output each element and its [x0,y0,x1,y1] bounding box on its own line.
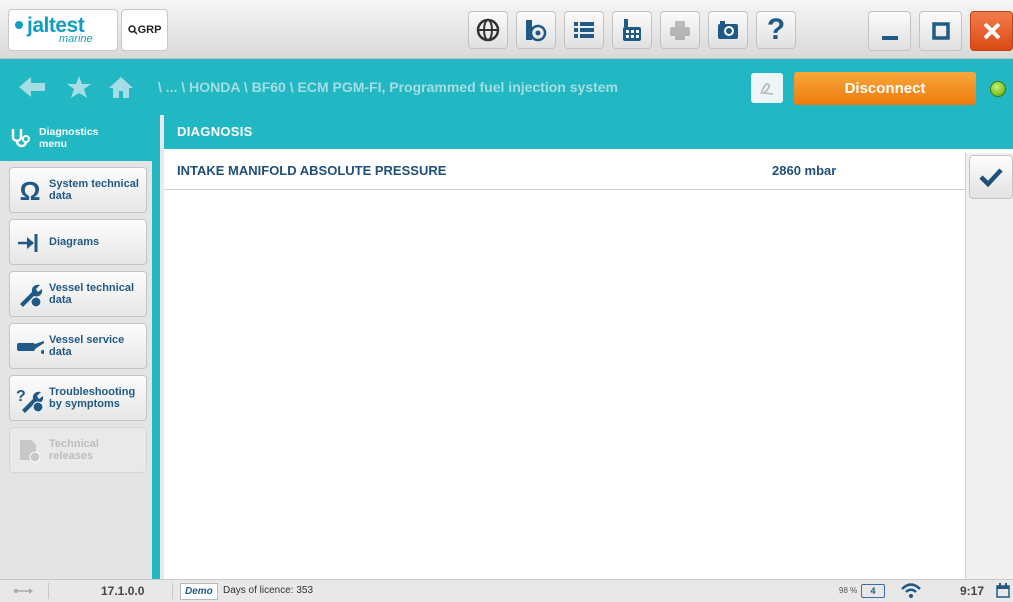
sidebar: Diagnostics menu Ω System technical data D… [0,115,152,579]
checkmark-icon [979,168,1003,187]
signature-button[interactable] [751,73,783,103]
parameter-name: INTAKE MANIFOLD ABSOLUTE PRESSURE [177,163,447,178]
status-bar: 17.1.0.0 Demo Days of licence: 353 98 % … [0,579,1013,602]
parameter-value: 2860 mbar [772,163,837,178]
sidebar-item-troubleshooting[interactable]: ? Troubleshooting by symptoms [9,375,147,421]
status-separator [48,583,49,599]
panel-header: DIAGNOSIS [164,115,1013,149]
svg-text:?: ? [16,388,26,405]
disconnect-button[interactable]: Disconnect [794,72,976,105]
maximize-icon [931,22,950,40]
battery-icon: 4 [861,584,885,598]
close-button[interactable] [970,11,1013,51]
sidebar-item-system-technical-data[interactable]: Ω System technical data [9,167,147,213]
search-icon [127,25,138,35]
help-icon: ? [766,13,786,46]
sidebar-item-diagnostics-menu[interactable]: Diagnostics menu [0,115,152,161]
sidebar-item-diagrams[interactable]: Diagrams [9,219,147,265]
demo-badge: Demo [180,583,218,600]
diagram-icon [16,229,44,257]
breadcrumb: \ ... \ HONDA \ BF60 \ ECM PGM-FI, Progr… [158,79,619,95]
clock-time: 9:17 [960,584,985,598]
minimize-icon [881,36,898,40]
sidebar-item-label: Vessel service data [49,334,125,358]
sidebar-item-label: Technical releases [49,438,99,462]
status-separator [172,583,173,599]
logo-subtext: marine [59,33,93,45]
sidebar-item-technical-releases[interactable]: Technical releases [9,427,147,473]
minimize-button[interactable] [868,11,911,51]
eye-gear-icon [526,20,547,42]
troubleshooting-icon: ? [16,385,44,413]
diagnosis-panel: DIAGNOSIS INTAKE MANIFOLD ABSOLUTE PRESS… [164,115,1013,579]
sidebar-item-vessel-service-data[interactable]: Vessel service data [9,323,147,369]
navigation-bar: \ ... \ HONDA \ BF60 \ ECM PGM-FI, Progr… [0,59,1013,115]
sidebar-item-label: Vessel technical data [49,282,134,306]
maximize-button[interactable] [919,11,962,51]
calendar-icon[interactable] [996,583,1010,598]
grp-button[interactable]: GRP [121,9,168,51]
connection-status-led-icon [990,81,1006,97]
home-icon[interactable] [108,75,134,99]
version-label: 17.1.0.0 [101,584,145,598]
sidebar-item-label: Diagrams [49,236,100,248]
document-globe-icon [16,437,44,465]
camera-button[interactable] [708,11,748,49]
licence-days: Days of licence: 353 [223,585,314,596]
sidebar-divider [152,115,160,579]
globe-button[interactable] [468,11,508,49]
sidebar-item-label: Diagnostics menu [39,126,99,150]
grp-label: GRP [137,24,162,36]
eye-gear-button[interactable] [516,11,556,49]
usb-icon [14,588,33,594]
close-icon [983,22,1000,40]
top-toolbar: jaltest marine GRP ? [0,0,1013,59]
calculator-button[interactable] [612,11,652,49]
calculator-icon [623,19,641,41]
sidebar-item-label: Troubleshooting by symptoms [49,386,136,410]
list-icon [574,22,594,38]
omega-icon: Ω [19,175,41,206]
jaltest-logo: jaltest marine [8,9,118,51]
camera-icon [718,21,738,39]
favorite-star-icon[interactable] [66,75,92,99]
wrench-globe-icon [16,281,44,309]
globe-icon [476,18,500,42]
signature-icon [760,83,774,95]
list-button[interactable] [564,11,604,49]
panel-title: DIAGNOSIS [177,124,253,139]
back-arrow-icon[interactable] [17,75,47,99]
table-row[interactable]: INTAKE MANIFOLD ABSOLUTE PRESSURE 2860 m… [164,155,965,190]
help-button[interactable]: ? [756,11,796,49]
stethoscope-icon [6,124,34,152]
oil-can-icon [16,333,44,361]
battery-percent: 98 % [839,586,858,595]
print-icon [670,21,690,40]
confirm-button[interactable] [969,155,1013,199]
action-column [965,153,1013,579]
logo-dot-icon [15,21,23,29]
sidebar-item-label: System technical data [49,178,139,202]
print-button[interactable] [660,11,700,49]
wifi-icon [901,583,921,598]
sidebar-item-vessel-technical-data[interactable]: Vessel technical data [9,271,147,317]
